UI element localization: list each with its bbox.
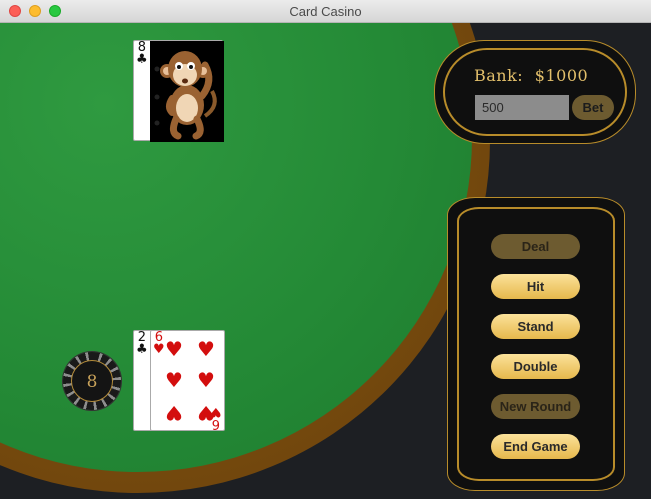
- end-game-button[interactable]: End Game: [491, 434, 580, 459]
- dealer-card-corner: 8 ♣: [136, 41, 148, 67]
- bank-amount: $1000: [534, 66, 589, 85]
- new-round-button[interactable]: New Round: [491, 394, 580, 419]
- player-card-1-corner: 2 ♣: [136, 331, 148, 357]
- monkey-illustration: [154, 51, 217, 140]
- window-title: Card Casino: [289, 4, 362, 19]
- deal-button[interactable]: Deal: [491, 234, 580, 259]
- double-button[interactable]: Double: [491, 354, 580, 379]
- monkey-card-back-image: [150, 41, 224, 142]
- stand-button[interactable]: Stand: [491, 314, 580, 339]
- player-card-1-suit: ♣: [136, 342, 148, 357]
- bank-display: Bank: $1000: [474, 66, 588, 85]
- player-card-2-suit: ♥: [153, 342, 165, 357]
- title-bar: Card Casino: [0, 0, 651, 23]
- bet-amount-input[interactable]: [475, 95, 569, 120]
- heart-pip: ♥: [197, 368, 215, 392]
- player-card-2-corner-bottom: 6 ♥: [210, 404, 222, 431]
- heart-pip: ♥: [165, 337, 183, 361]
- controls-panel: Deal Hit Stand Double New Round End Game: [447, 197, 625, 491]
- bank-label: Bank:: [474, 66, 524, 85]
- bet-button[interactable]: Bet: [572, 95, 614, 120]
- player-card-2: 6 ♥ ♥ ♥ ♥ ♥ ♥ ♥ 6 ♥: [150, 330, 225, 431]
- hit-button[interactable]: Hit: [491, 274, 580, 299]
- player-card-2-corner: 6 ♥: [153, 331, 165, 357]
- heart-pip: ♥: [197, 337, 215, 361]
- dealer-card-up: 8 ♣: [133, 40, 224, 142]
- game-area: 8 ♣ 2 ♣ 6 ♥ ♥ ♥ ♥ ♥ ♥ ♥ 6 ♥ 8 Bank: $100…: [0, 23, 651, 499]
- heart-pip: ♥: [165, 401, 183, 425]
- chip-center: 8: [71, 360, 113, 402]
- dealer-card-suit: ♣: [136, 52, 148, 67]
- bank-panel: Bank: $1000 Bet: [434, 40, 636, 144]
- bank-panel-border: [443, 48, 627, 136]
- heart-pip: ♥: [165, 368, 183, 392]
- chip-value: 8: [86, 372, 98, 392]
- bet-chip: 8: [63, 352, 121, 410]
- table-felt: [0, 23, 472, 472]
- player-card-2-suit-bottom: ♥: [210, 404, 222, 419]
